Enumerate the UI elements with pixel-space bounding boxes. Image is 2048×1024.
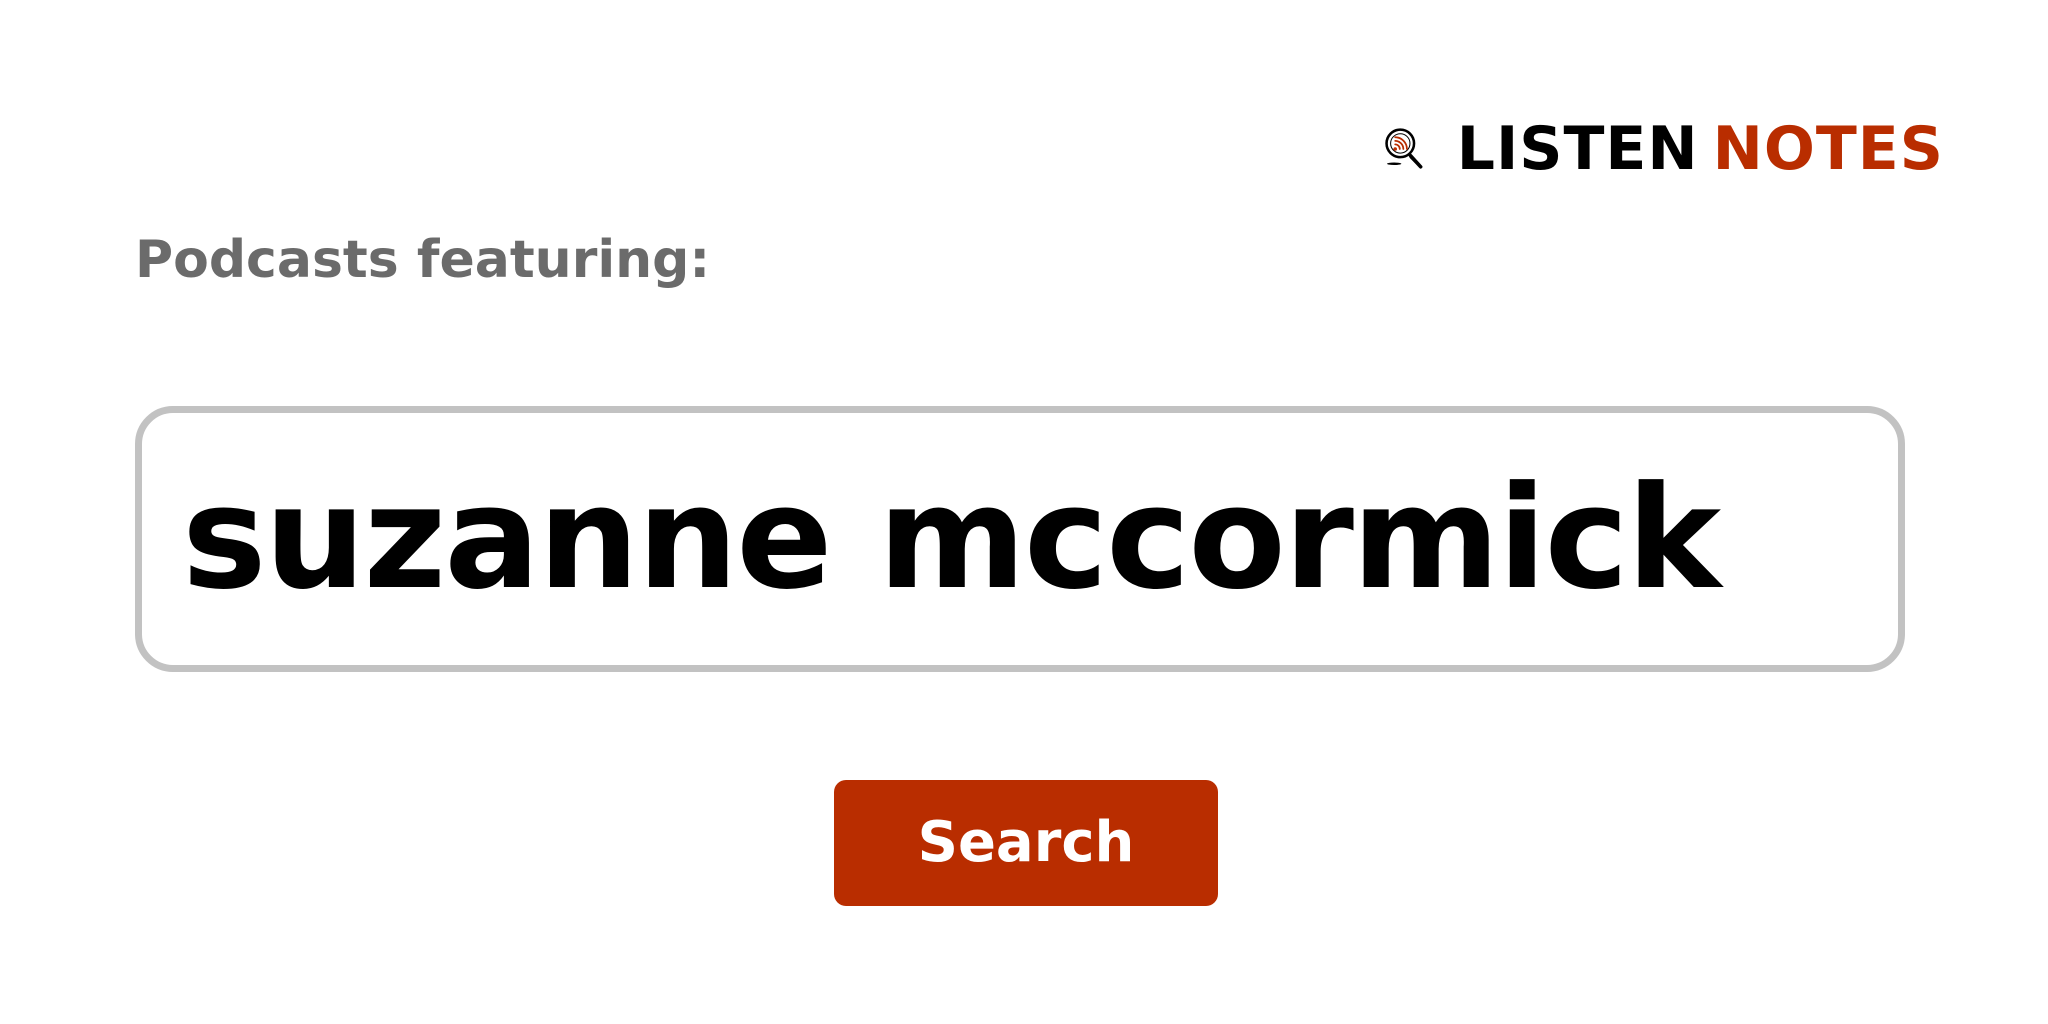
logo-word-listen: LISTEN xyxy=(1456,114,1699,184)
logo-wordmark: LISTEN NOTES xyxy=(1457,119,1944,179)
search-button-label: Search xyxy=(917,810,1135,875)
podcast-search-icon xyxy=(1385,128,1423,169)
search-input[interactable]: suzanne mccormick xyxy=(135,406,1905,672)
podcasts-featuring-label: Podcasts featuring: xyxy=(135,230,711,290)
logo-word-notes: NOTES xyxy=(1712,114,1944,184)
search-query-text: suzanne mccormick xyxy=(182,456,1721,621)
listen-notes-logo[interactable]: LISTEN NOTES xyxy=(1384,104,1944,194)
search-button[interactable]: Search xyxy=(834,780,1218,906)
